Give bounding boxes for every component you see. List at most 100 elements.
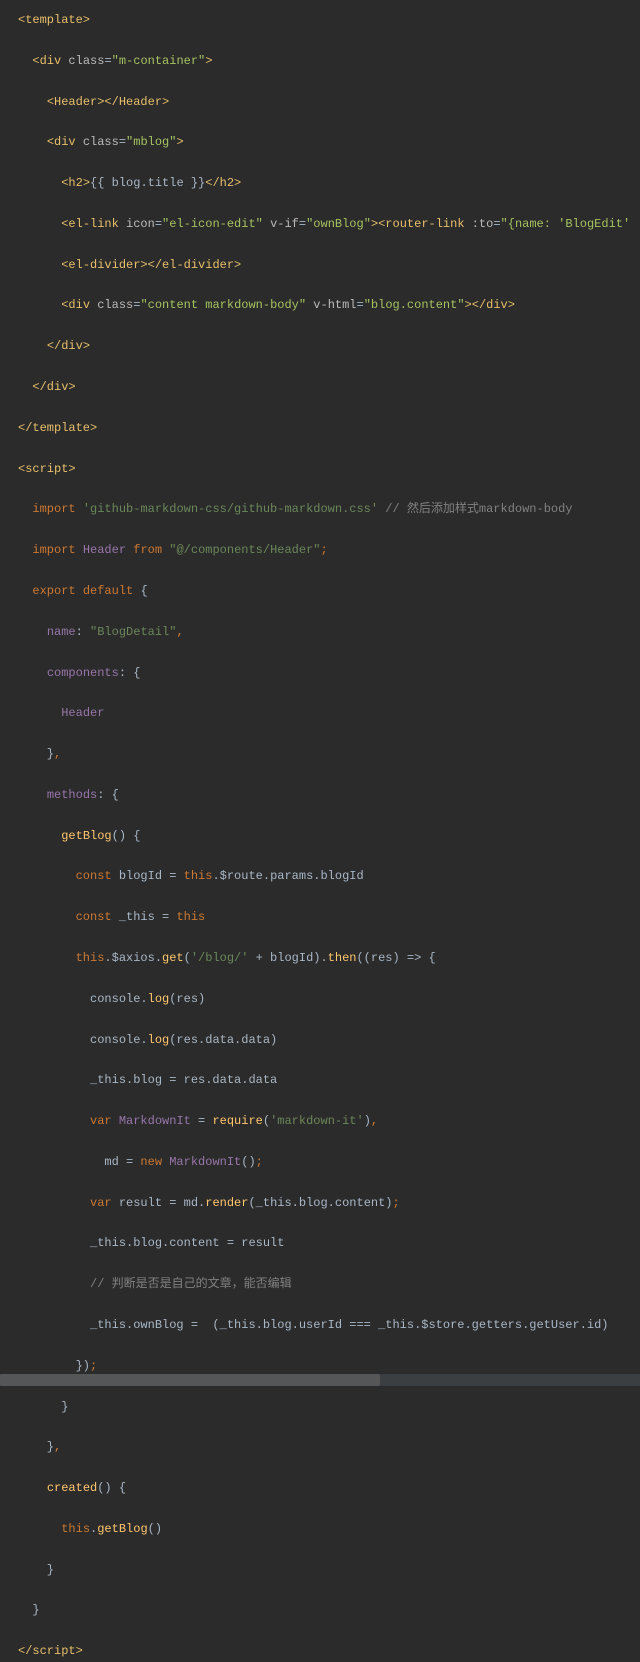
code-line: <script>	[18, 459, 622, 479]
code-line	[18, 275, 622, 295]
code-line	[18, 520, 622, 540]
code-line	[18, 479, 622, 499]
code-content: <template> <div class="m-container"> <He…	[18, 10, 622, 1662]
code-line: created() {	[18, 1478, 622, 1498]
code-line	[18, 928, 622, 948]
code-line: <Header></Header>	[18, 92, 622, 112]
code-line: <template>	[18, 10, 622, 30]
token-identifier	[18, 788, 47, 802]
token-keyword: ,	[371, 1114, 378, 1128]
code-line: </template>	[18, 418, 622, 438]
token-identifier: }	[18, 1440, 54, 1454]
token-keyword: new	[140, 1155, 169, 1169]
token-identifier	[18, 380, 32, 394]
token-attr-value: "{name: 'BlogEdit'	[501, 217, 631, 231]
token-identifier: (res.data.data)	[169, 1033, 277, 1047]
code-line: },	[18, 1437, 622, 1457]
token-identifier	[18, 1481, 47, 1495]
code-line	[18, 561, 622, 581]
token-identifier	[18, 258, 61, 272]
token-identifier: _this.blog = res.data.data	[18, 1073, 277, 1087]
code-line: </div>	[18, 336, 622, 356]
code-line: }	[18, 1397, 622, 1417]
code-line	[18, 234, 622, 254]
token-identifier: _this =	[119, 910, 177, 924]
token-identifier	[18, 95, 47, 109]
token-this: this	[176, 910, 205, 924]
code-line: </script>	[18, 1641, 622, 1661]
token-tag: <el-link	[61, 217, 126, 231]
token-identifier	[18, 706, 61, 720]
code-line	[18, 846, 622, 866]
code-line	[18, 153, 622, 173]
token-identifier: {{ blog.title }}	[90, 176, 205, 190]
code-line: console.log(res.data.data)	[18, 1030, 622, 1050]
token-property: methods	[47, 788, 97, 802]
code-editor[interactable]: <template> <div class="m-container"> <He…	[0, 10, 640, 1662]
token-string: 'github-markdown-css/github-markdown.css…	[83, 502, 378, 516]
code-line	[18, 968, 622, 988]
code-line: // 判断是否是自己的文章，能否编辑	[18, 1274, 622, 1294]
token-keyword: ;	[90, 1359, 97, 1373]
token-identifier	[18, 54, 32, 68]
token-identifier: }	[18, 1563, 54, 1577]
horizontal-scrollbar-thumb[interactable]	[0, 1374, 380, 1386]
token-keyword: const	[76, 869, 119, 883]
token-identifier	[18, 502, 32, 516]
token-tag: </div>	[47, 339, 90, 353]
token-identifier	[18, 298, 61, 312]
code-line	[18, 1050, 622, 1070]
code-line	[18, 1458, 622, 1478]
token-identifier: console.	[18, 1033, 148, 1047]
token-comment: // 判断是否是自己的文章，能否编辑	[90, 1277, 292, 1291]
code-line: import Header from "@/components/Header"…	[18, 540, 622, 560]
token-tag: <Header></Header>	[47, 95, 169, 109]
token-property: Header	[83, 543, 133, 557]
token-identifier: ((res) => {	[356, 951, 435, 965]
code-line	[18, 194, 622, 214]
token-attr-value: "blog.content"	[364, 298, 465, 312]
code-line	[18, 1091, 622, 1111]
token-punct: =	[357, 298, 364, 312]
token-keyword: import	[32, 543, 82, 557]
token-identifier: + blogId).	[248, 951, 327, 965]
code-line: this.getBlog()	[18, 1519, 622, 1539]
code-line: </div>	[18, 377, 622, 397]
code-line: export default {	[18, 581, 622, 601]
code-line: const blogId = this.$route.params.blogId	[18, 866, 622, 886]
code-line: const _this = this	[18, 907, 622, 927]
code-line	[18, 1295, 622, 1315]
token-attr-name: v-html	[313, 298, 356, 312]
token-tag: <script>	[18, 462, 76, 476]
token-this: this	[61, 1522, 90, 1536]
code-line: name: "BlogDetail",	[18, 622, 622, 642]
code-line	[18, 764, 622, 784]
token-func: require	[212, 1114, 262, 1128]
token-func: get	[162, 951, 184, 965]
token-punct: =	[119, 135, 126, 149]
code-line: }	[18, 1560, 622, 1580]
token-tag: </h2>	[205, 176, 241, 190]
token-property: MarkdownIt	[169, 1155, 241, 1169]
token-keyword: ;	[393, 1196, 400, 1210]
token-identifier	[18, 339, 47, 353]
token-attr-name: class	[68, 54, 104, 68]
token-identifier	[18, 217, 61, 231]
code-line: <div class="m-container">	[18, 51, 622, 71]
token-tag: ></div>	[465, 298, 515, 312]
token-punct: =	[299, 217, 306, 231]
token-identifier: md =	[18, 1155, 140, 1169]
token-identifier: () {	[112, 829, 141, 843]
token-identifier	[18, 135, 47, 149]
horizontal-scrollbar-track[interactable]	[0, 1374, 640, 1386]
token-attr-name: :to	[472, 217, 494, 231]
code-line	[18, 397, 622, 417]
token-identifier	[18, 910, 76, 924]
token-func: getBlog	[97, 1522, 147, 1536]
code-line	[18, 1417, 622, 1437]
token-identifier	[18, 829, 61, 843]
token-identifier	[18, 1522, 61, 1536]
code-line: Header	[18, 703, 622, 723]
token-tag: </script>	[18, 1644, 83, 1658]
token-punct: =	[155, 217, 162, 231]
